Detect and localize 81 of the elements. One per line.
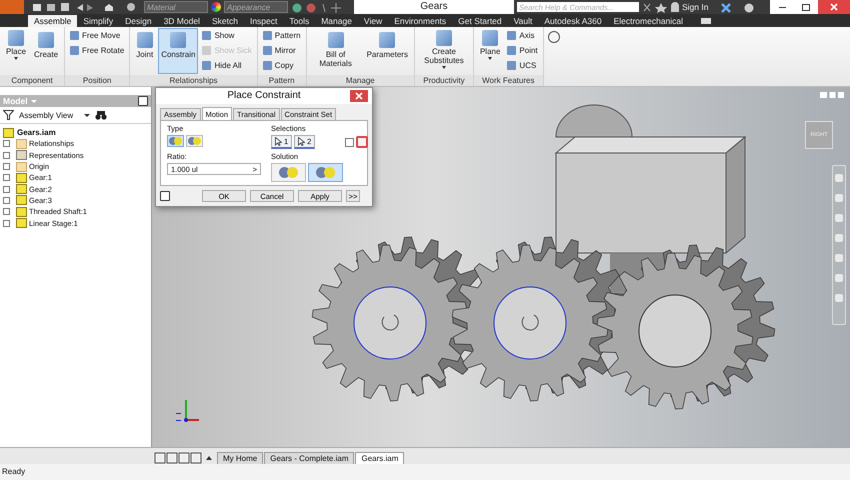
part-cube-icon bbox=[16, 184, 27, 194]
dialog-title: Place Constraint bbox=[156, 88, 372, 104]
folder-icon bbox=[16, 162, 27, 172]
ribbon-panel-label[interactable]: Relationships bbox=[130, 75, 257, 86]
part-cube-icon bbox=[16, 218, 27, 228]
ribbon-tab[interactable]: Manage bbox=[315, 15, 358, 27]
tree-item[interactable]: Gears.iam bbox=[17, 128, 56, 138]
solution-button[interactable] bbox=[271, 163, 306, 182]
ribbon-button[interactable]: Bill of Materials bbox=[310, 28, 362, 74]
part-cube-icon bbox=[16, 195, 27, 206]
ribbon-panel-label[interactable]: Position bbox=[65, 75, 130, 86]
document-tab[interactable]: Gears - Complete.iam bbox=[264, 452, 354, 464]
ribbon-small-button[interactable]: Copy bbox=[260, 58, 303, 72]
ribbon-tab[interactable]: Vault bbox=[508, 15, 538, 27]
close-icon bbox=[830, 3, 838, 11]
cursor-icon bbox=[298, 137, 306, 146]
ribbon-tab[interactable]: Autodesk A360 bbox=[538, 15, 608, 27]
type-button[interactable] bbox=[167, 135, 184, 147]
ribbon-small-button[interactable]: Hide All bbox=[200, 58, 254, 72]
part-cube-icon bbox=[16, 172, 27, 183]
ribbon-small-button[interactable]: Point bbox=[505, 43, 540, 57]
ribbon-tab[interactable]: Sketch bbox=[206, 15, 244, 27]
ribbon-small-button[interactable]: Mirror bbox=[260, 43, 303, 57]
caret-icon bbox=[488, 57, 492, 60]
ribbon-small-button[interactable]: Axis bbox=[505, 28, 540, 42]
ribbon-panel-label[interactable]: Productivity bbox=[414, 75, 473, 86]
sign-in-link[interactable]: Sign In bbox=[682, 2, 708, 12]
close-button[interactable] bbox=[350, 90, 368, 102]
solution-button[interactable] bbox=[308, 163, 343, 182]
ribbon-tab[interactable]: Design bbox=[119, 15, 158, 27]
assembly-view-dropdown[interactable]: Assembly View bbox=[19, 110, 74, 120]
ribbon-panel-label[interactable]: Component bbox=[0, 75, 64, 86]
ribbon-tab[interactable]: Electromechanical bbox=[608, 15, 690, 27]
assembly-icon bbox=[3, 128, 14, 138]
ribbon-small-button[interactable]: Free Move bbox=[68, 28, 126, 42]
document-tab[interactable]: Gears.iam bbox=[355, 452, 404, 464]
user-icon bbox=[671, 2, 679, 12]
ribbon-panel-label[interactable]: Pattern bbox=[258, 75, 306, 86]
ribbon-tab[interactable]: Assemble bbox=[28, 15, 78, 27]
part-cube-icon bbox=[16, 206, 27, 217]
binoculars-icon[interactable] bbox=[95, 110, 108, 120]
window-title: Gears bbox=[354, 0, 514, 14]
help-icon[interactable] bbox=[138, 96, 148, 106]
cursor-icon bbox=[275, 137, 282, 146]
ribbon-button[interactable]: Create Substitutes bbox=[418, 28, 470, 74]
ribbon-tab[interactable]: Inspect bbox=[244, 15, 284, 27]
folder-icon bbox=[16, 138, 27, 149]
filter-icon[interactable] bbox=[3, 110, 14, 120]
ribbon-panel-label[interactable]: Manage bbox=[306, 75, 414, 86]
ribbon-panel-label[interactable]: Work Features bbox=[474, 75, 543, 86]
axis-label-icon bbox=[176, 413, 181, 421]
ribbon-small-button[interactable]: UCS bbox=[505, 58, 540, 72]
close-icon bbox=[355, 92, 363, 100]
ribbon-options-icon[interactable] bbox=[548, 31, 560, 43]
ribbon-tab[interactable]: Environments bbox=[388, 15, 452, 27]
material-field[interactable]: Material bbox=[144, 1, 208, 13]
ribbon-button[interactable]: Parameters bbox=[364, 28, 411, 74]
ribbon-tab[interactable]: 3D Model bbox=[158, 15, 206, 27]
ribbon-button[interactable]: Plane bbox=[476, 28, 504, 74]
ribbon-button[interactable]: Create bbox=[31, 28, 62, 74]
ribbon-small-button[interactable]: Pattern bbox=[260, 28, 303, 42]
close-button[interactable] bbox=[818, 0, 850, 14]
appearance-ball-icon bbox=[211, 2, 221, 12]
checkbox[interactable] bbox=[345, 138, 354, 146]
ribbon-tab[interactable]: Simplify bbox=[77, 15, 120, 27]
ribbon-small-button[interactable]: Show bbox=[200, 28, 254, 42]
document-tab[interactable]: My Home bbox=[217, 452, 264, 464]
axis-triad-icon bbox=[183, 400, 199, 422]
caret-icon[interactable] bbox=[84, 114, 90, 116]
caret-icon bbox=[442, 66, 446, 69]
ribbon-button[interactable]: Place bbox=[3, 28, 30, 74]
appearance-tools-icons[interactable] bbox=[291, 2, 343, 12]
help-icon[interactable] bbox=[160, 191, 170, 201]
caret-icon bbox=[14, 57, 18, 60]
type-button[interactable] bbox=[186, 135, 203, 147]
ribbon-button[interactable]: Constrain bbox=[158, 28, 198, 74]
ribbon-button[interactable]: Joint bbox=[133, 28, 156, 74]
ribbon-tab[interactable]: View bbox=[358, 15, 388, 27]
ribbon-tab[interactable]: Tools bbox=[283, 15, 316, 27]
ribbon-small-button[interactable]: Free Rotate bbox=[68, 43, 126, 57]
ribbon-tab[interactable]: Get Started bbox=[452, 15, 508, 27]
